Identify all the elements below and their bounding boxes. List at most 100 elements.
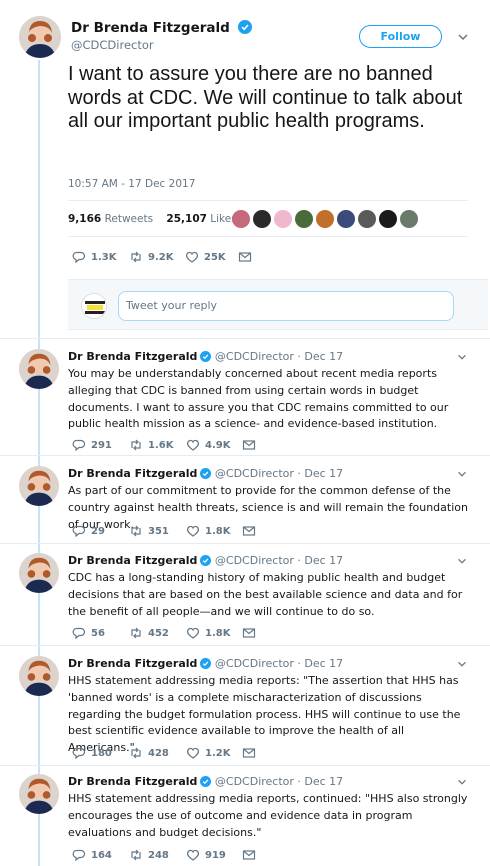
retweet-count: 1.6K xyxy=(148,439,174,451)
retweet-action[interactable]: 351 xyxy=(129,524,186,538)
dm-action[interactable] xyxy=(242,626,261,640)
author-avatar[interactable] xyxy=(19,466,59,506)
tweet-meta[interactable]: @CDCDirector · Dec 17 xyxy=(215,657,343,670)
tweet-text: I want to assure you there are no banned… xyxy=(68,63,463,132)
divider xyxy=(68,200,468,201)
tweet-actions: 29 351 1.8K xyxy=(72,524,261,538)
liker-avatar[interactable] xyxy=(253,210,271,228)
reply-icon xyxy=(72,849,86,862)
like-action[interactable]: 919 xyxy=(186,848,242,862)
tweet-meta[interactable]: @CDCDirector · Dec 17 xyxy=(215,775,343,788)
retweet-icon xyxy=(131,251,141,263)
retweet-action[interactable]: 428 xyxy=(129,746,186,760)
chevron-down-icon[interactable] xyxy=(456,30,470,44)
author-avatar[interactable] xyxy=(19,774,59,814)
dm-action[interactable] xyxy=(238,250,257,264)
retweet-action[interactable]: 452 xyxy=(129,626,186,640)
retweet-icon xyxy=(131,849,141,861)
liker-avatar[interactable] xyxy=(379,210,397,228)
reply-action[interactable]: 164 xyxy=(72,848,129,862)
retweets-count: 9,166 xyxy=(68,213,102,225)
retweet-action[interactable]: 9.2K xyxy=(129,250,185,264)
follow-button[interactable]: Follow xyxy=(359,25,442,48)
reply-icon xyxy=(72,747,86,760)
liker-avatar[interactable] xyxy=(232,210,250,228)
liker-avatar[interactable] xyxy=(316,210,334,228)
verified-badge-icon xyxy=(200,555,212,566)
like-count: 919 xyxy=(205,849,226,861)
like-count: 1.8K xyxy=(205,627,231,639)
reply-input[interactable]: Tweet your reply xyxy=(118,291,454,321)
verified-badge-icon xyxy=(200,658,212,669)
retweet-icon xyxy=(131,747,141,759)
liker-avatar[interactable] xyxy=(337,210,355,228)
liker-avatar[interactable] xyxy=(295,210,313,228)
retweets-stat[interactable]: 9,166 Retweets xyxy=(68,213,153,225)
author-name[interactable]: Dr Brenda Fitzgerald xyxy=(68,775,197,788)
reply-action[interactable]: 56 xyxy=(72,626,129,640)
like-action[interactable]: 4.9K xyxy=(186,438,242,452)
user-avatar[interactable] xyxy=(81,293,107,319)
reply-action[interactable]: 29 xyxy=(72,524,129,538)
author-avatar[interactable] xyxy=(19,16,61,58)
chevron-down-icon[interactable] xyxy=(456,351,468,363)
tweet-actions: 180 428 1.2K xyxy=(72,746,261,760)
envelope-icon xyxy=(242,628,256,638)
tweet-separator xyxy=(0,543,490,544)
like-action[interactable]: 1.8K xyxy=(186,626,242,640)
tweet-separator xyxy=(0,765,490,766)
liker-avatar[interactable] xyxy=(400,210,418,228)
retweet-action[interactable]: 248 xyxy=(129,848,186,862)
author-avatar[interactable] xyxy=(19,553,59,593)
author-name[interactable]: Dr Brenda Fitzgerald xyxy=(68,350,197,363)
author-name[interactable]: Dr Brenda Fitzgerald xyxy=(68,554,197,567)
author-name[interactable]: Dr Brenda Fitzgerald xyxy=(68,467,197,480)
author-name[interactable]: Dr Brenda Fitzgerald xyxy=(71,20,252,36)
author-avatar[interactable] xyxy=(19,349,59,389)
dm-action[interactable] xyxy=(242,848,261,862)
tweet-meta[interactable]: @CDCDirector · Dec 17 xyxy=(215,467,343,480)
like-action[interactable]: 1.2K xyxy=(186,746,242,760)
liker-avatar[interactable] xyxy=(358,210,376,228)
dm-action[interactable] xyxy=(242,524,261,538)
reply-action[interactable]: 1.3K xyxy=(72,250,129,264)
tweet-timestamp[interactable]: 10:57 AM - 17 Dec 2017 xyxy=(68,178,195,190)
likes-stat[interactable]: 25,107 Likes xyxy=(166,213,236,225)
tweet-meta[interactable]: @CDCDirector · Dec 17 xyxy=(215,350,343,363)
retweet-count: 248 xyxy=(148,849,169,861)
author-avatar[interactable] xyxy=(19,656,59,696)
tweet-header: Dr Brenda Fitzgerald @CDCDirector · Dec … xyxy=(68,467,343,480)
like-action[interactable]: 1.8K xyxy=(186,524,242,538)
like-action[interactable]: 25K xyxy=(185,250,238,264)
retweet-action[interactable]: 1.6K xyxy=(129,438,186,452)
reply-action[interactable]: 291 xyxy=(72,438,129,452)
verified-badge-icon xyxy=(237,20,252,34)
reply-count: 29 xyxy=(91,525,105,537)
like-count: 1.2K xyxy=(205,747,231,759)
reply-count: 180 xyxy=(91,747,112,759)
tweet-actions: 291 1.6K 4.9K xyxy=(72,438,261,452)
tweet-header: Dr Brenda Fitzgerald @CDCDirector · Dec … xyxy=(68,775,343,788)
liker-avatar[interactable] xyxy=(274,210,292,228)
chevron-down-icon[interactable] xyxy=(456,468,468,480)
tweet-header: Dr Brenda Fitzgerald @CDCDirector · Dec … xyxy=(68,554,343,567)
likes-count: 25,107 xyxy=(166,213,207,225)
retweet-count: 428 xyxy=(148,747,169,759)
reply-icon xyxy=(72,525,86,538)
chevron-down-icon[interactable] xyxy=(456,776,468,788)
chevron-down-icon[interactable] xyxy=(456,658,468,670)
retweets-label: Retweets xyxy=(104,213,154,225)
chevron-down-icon[interactable] xyxy=(456,555,468,567)
envelope-icon xyxy=(242,440,256,450)
tweet-actions: 164 248 919 xyxy=(72,848,261,862)
author-name[interactable]: Dr Brenda Fitzgerald xyxy=(68,657,197,670)
author-handle[interactable]: @CDCDirector xyxy=(71,38,154,52)
reply-action[interactable]: 180 xyxy=(72,746,129,760)
dm-action[interactable] xyxy=(242,746,261,760)
reply-composer: Tweet your reply xyxy=(68,279,488,330)
tweet-text: HHS statement addressing media reports, … xyxy=(68,792,468,839)
author-name-text[interactable]: Dr Brenda Fitzgerald xyxy=(71,20,230,36)
tweet-meta[interactable]: @CDCDirector · Dec 17 xyxy=(215,554,343,567)
heart-icon xyxy=(186,525,200,537)
dm-action[interactable] xyxy=(242,438,261,452)
